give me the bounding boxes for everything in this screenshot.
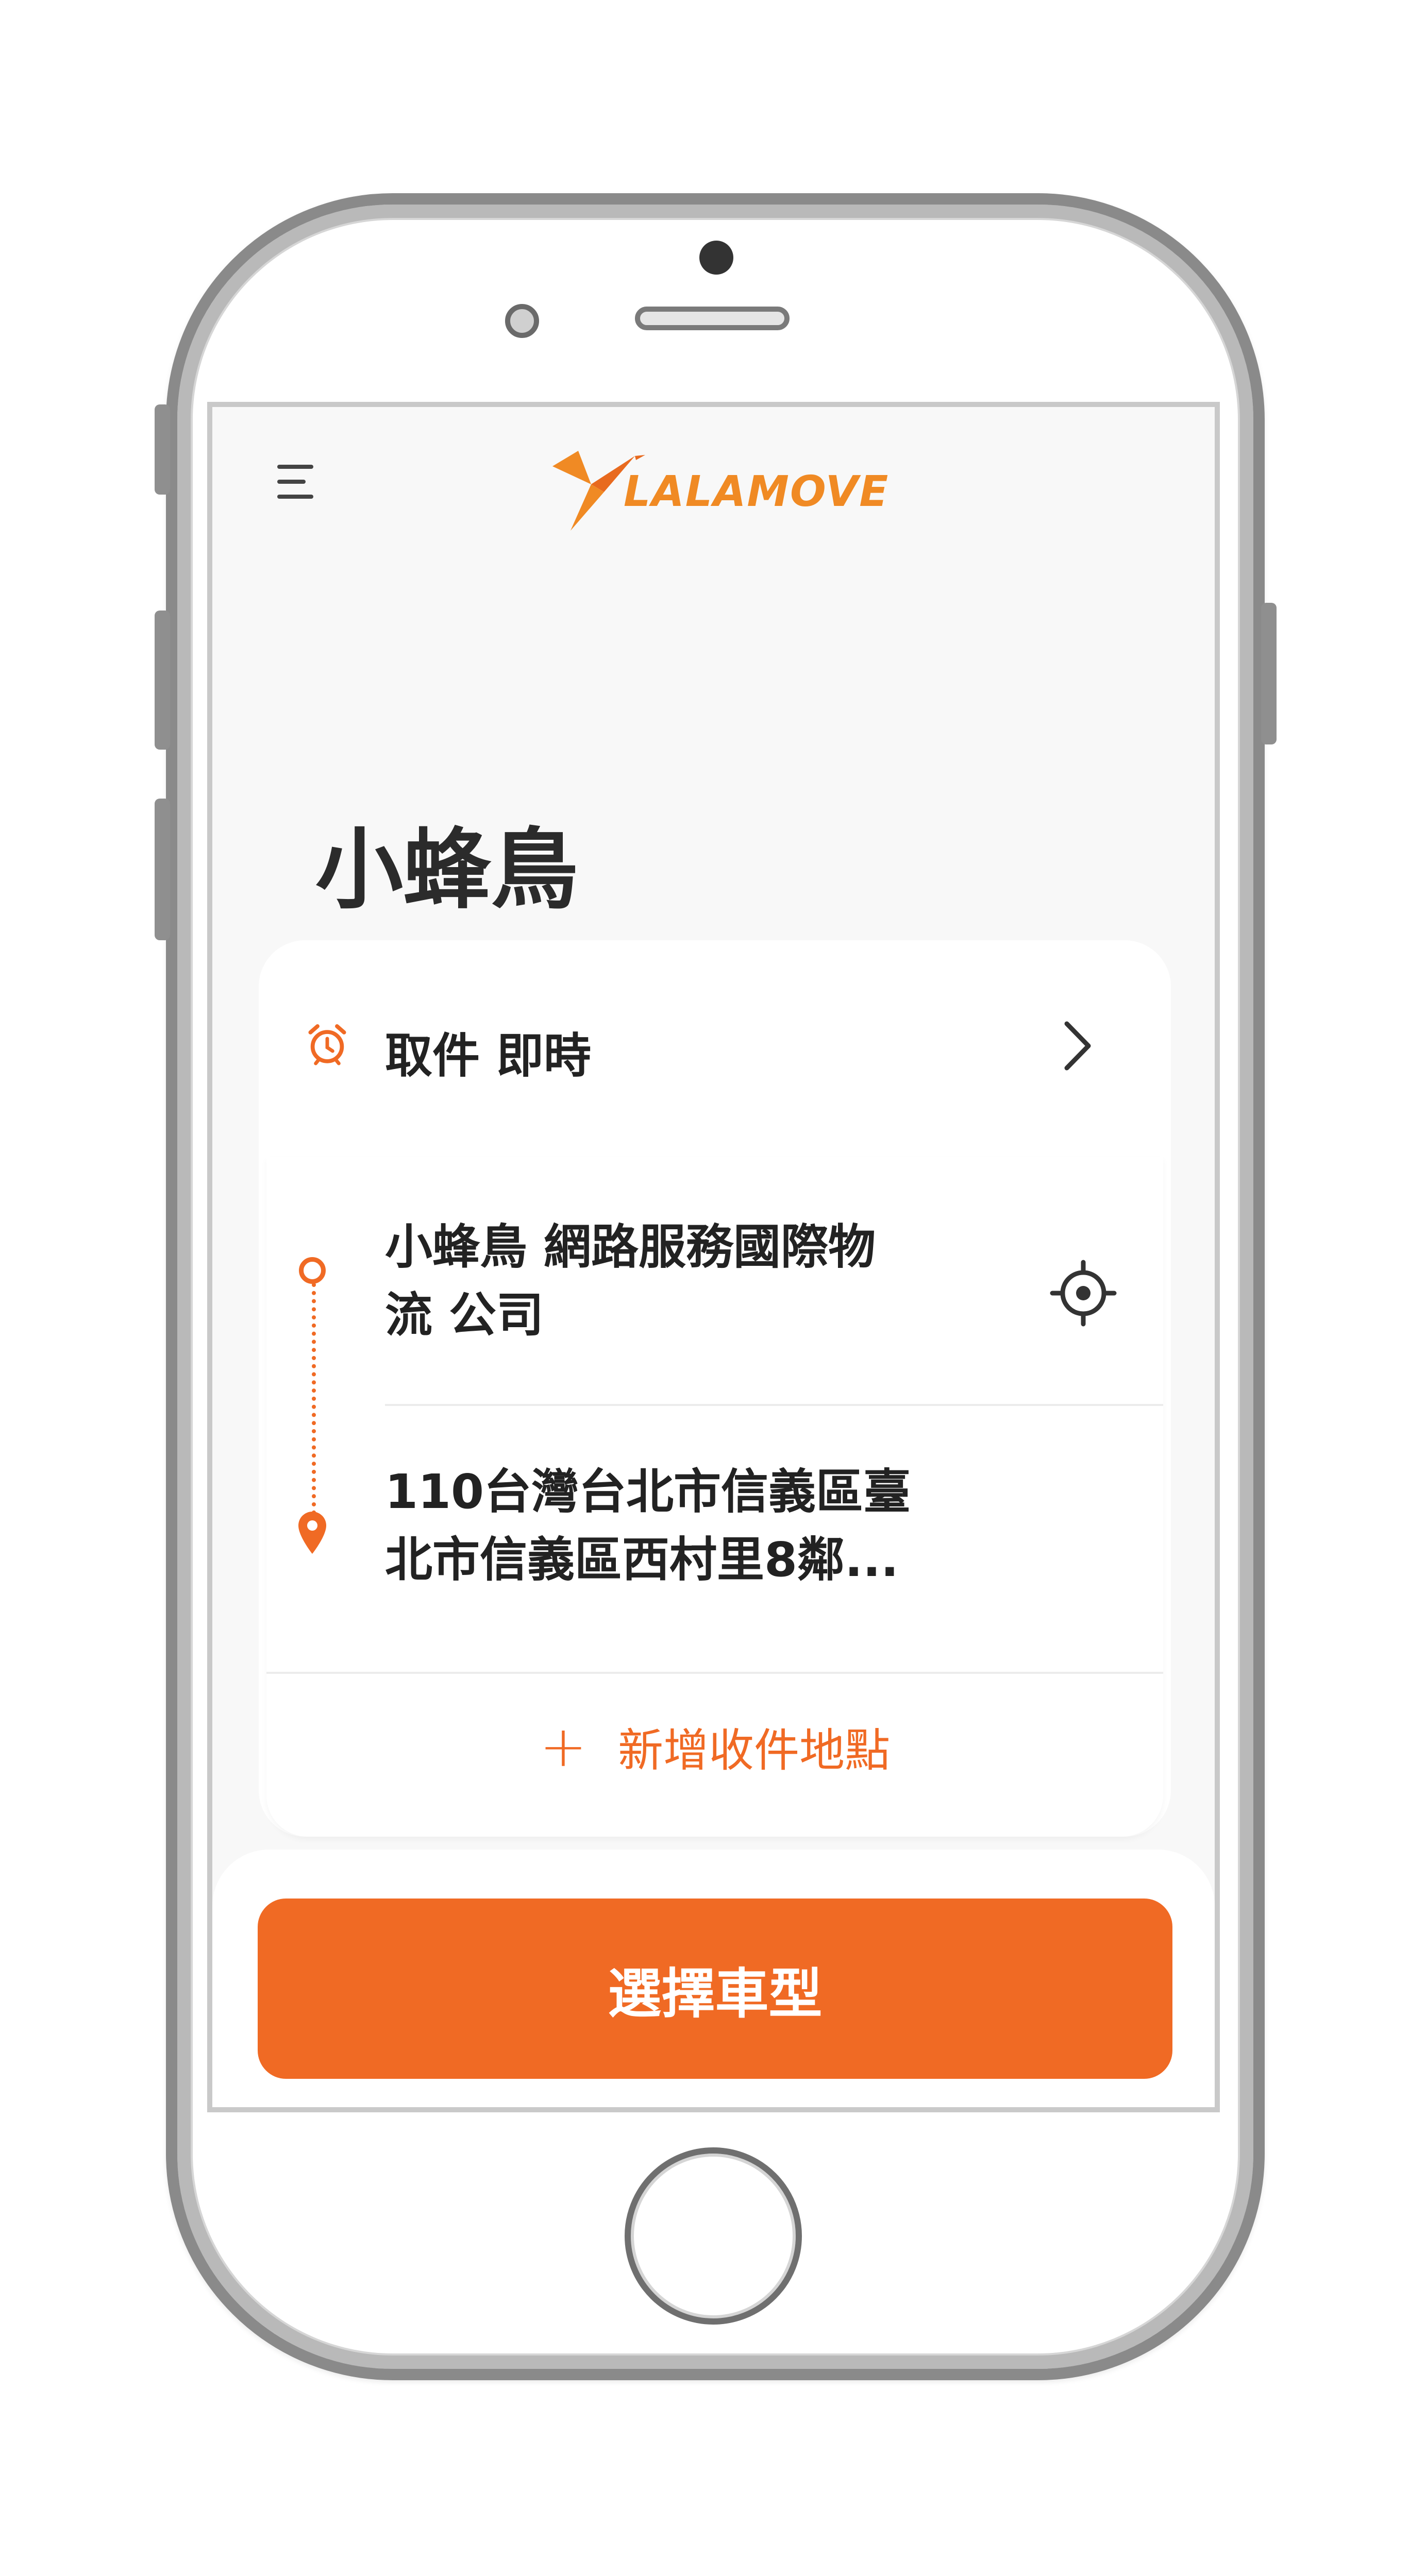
select-vehicle-button[interactable]: 選擇車型: [258, 1899, 1172, 2079]
lalamove-logo: LALAMOVE: [542, 435, 903, 538]
home-button[interactable]: [625, 2147, 802, 2325]
mute-switch: [155, 404, 170, 495]
app-screen: LALAMOVE 小蜂鳥 取件 即時 小蜂鳥 網路服務國際物 流 公司 110台…: [207, 402, 1220, 2112]
add-stop-divider: [266, 1672, 1163, 1674]
pickup-time-row[interactable]: 取件 即時: [259, 940, 1171, 1157]
route-section: 小蜂鳥 網路服務國際物 流 公司 110台灣台北市信義區臺 北市信義區西村里8鄰…: [266, 1157, 1163, 1837]
add-stop-label: 新增收件地點: [618, 1723, 891, 1777]
origin-circle-icon: [299, 1257, 326, 1284]
pickup-stop-line2: 流 公司: [385, 1287, 544, 1343]
logo-text: LALAMOVE: [624, 467, 890, 516]
power-button: [1261, 603, 1277, 744]
alarm-clock-icon: [308, 1024, 346, 1065]
order-card: 取件 即時 小蜂鳥 網路服務國際物 流 公司 110台灣台北市信義區臺 北市信義…: [259, 940, 1171, 1837]
proximity-sensor: [505, 304, 539, 338]
dropoff-stop-line1: 110台灣台北市信義區臺: [385, 1464, 911, 1519]
bottom-action-bar: 選擇車型: [212, 1850, 1215, 2107]
earpiece-speaker: [635, 307, 790, 330]
pickup-time-label: 取件 即時: [385, 1028, 592, 1083]
destination-pin-icon: [298, 1512, 326, 1554]
dropoff-stop-line2: 北市信義區西村里8鄰...: [385, 1532, 899, 1587]
hamburger-menu-icon[interactable]: [273, 459, 320, 505]
volume-up-button: [155, 611, 170, 750]
pickup-stop-address[interactable]: 小蜂鳥 網路服務國際物 流 公司: [385, 1213, 1003, 1349]
route-connector-line: [312, 1283, 317, 1515]
front-camera: [699, 241, 733, 275]
volume-down-button: [155, 799, 170, 940]
chevron-right-icon[interactable]: [1058, 1018, 1099, 1074]
current-location-icon[interactable]: [1050, 1260, 1117, 1327]
dropoff-stop-address[interactable]: 110台灣台北市信義區臺 北市信義區西村里8鄰...: [385, 1458, 1003, 1594]
plus-icon: +: [539, 1714, 588, 1780]
add-stop-button[interactable]: + 新增收件地點: [266, 1698, 1163, 1795]
page-title: 小蜂鳥: [315, 819, 579, 921]
pickup-stop-line1: 小蜂鳥 網路服務國際物: [385, 1219, 876, 1275]
stop-divider: [385, 1404, 1163, 1406]
